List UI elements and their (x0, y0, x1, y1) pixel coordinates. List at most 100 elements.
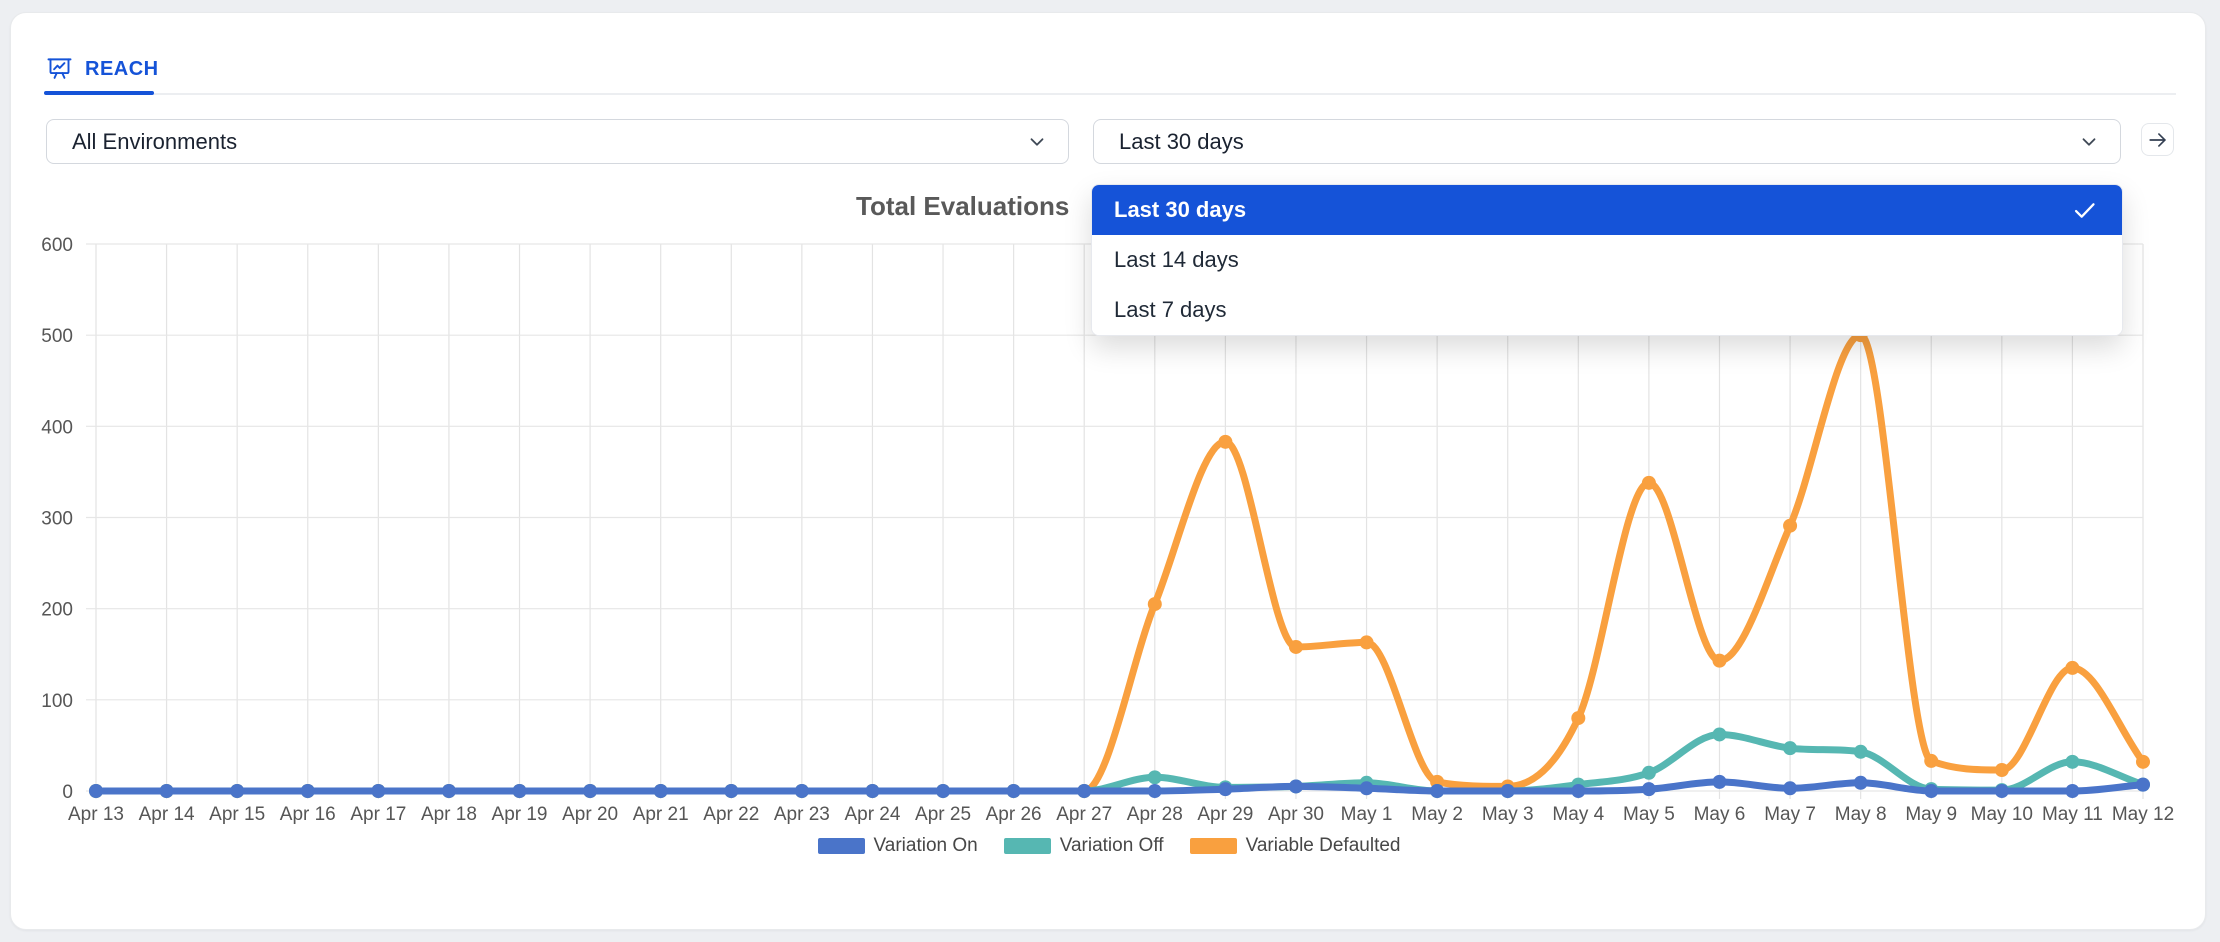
environment-select-value: All Environments (72, 129, 237, 155)
x-axis-label: Apr 29 (1197, 804, 1253, 825)
data-point (1924, 782, 1938, 796)
data-point (1642, 476, 1656, 490)
data-point (89, 784, 103, 798)
data-point (513, 784, 527, 798)
data-point (160, 784, 174, 798)
data-point (1571, 784, 1585, 798)
date-range-dropdown-menu: Last 30 daysLast 14 days Last 7 days (1091, 184, 2123, 336)
data-point (795, 784, 809, 798)
data-point (1995, 763, 2009, 777)
data-point (2065, 661, 2079, 675)
data-point (1854, 776, 1868, 790)
tab-reach[interactable]: REACH (46, 45, 159, 93)
menu-option-last-14-days[interactable]: Last 14 days (1092, 235, 2122, 285)
y-axis-label: 200 (41, 600, 73, 621)
data-point (1854, 745, 1868, 759)
data-point (865, 784, 879, 798)
data-point (2065, 784, 2079, 798)
data-point (160, 784, 174, 798)
data-point (865, 784, 879, 798)
data-point (1007, 784, 1021, 798)
tab-bar: REACH (46, 45, 2176, 95)
data-point (1077, 784, 1091, 798)
x-axis-label: Apr 20 (562, 804, 618, 825)
data-point (442, 784, 456, 798)
data-point (371, 784, 385, 798)
series-variation-on (89, 775, 2150, 798)
data-point (2065, 755, 2079, 769)
reach-panel: REACH All Environments Last 30 days Tota… (10, 12, 2206, 930)
menu-option-last-30-days[interactable]: Last 30 days (1092, 185, 2122, 235)
x-axis-labels: Apr 13Apr 14Apr 15Apr 16Apr 17Apr 18Apr … (68, 804, 2174, 825)
data-point (1430, 784, 1444, 798)
data-point (1501, 784, 1515, 798)
menu-option-label: Last 7 days (1114, 297, 1227, 323)
legend-item-variation-off[interactable]: Variation Off (1004, 835, 1164, 857)
environment-select[interactable]: All Environments (46, 119, 1069, 164)
data-point (1430, 775, 1444, 789)
x-axis-label: Apr 16 (280, 804, 336, 825)
data-point (1924, 784, 1938, 798)
data-point (1712, 775, 1726, 789)
data-point (2136, 778, 2150, 792)
x-axis-label: Apr 28 (1127, 804, 1183, 825)
data-point (89, 784, 103, 798)
data-point (1712, 727, 1726, 741)
legend-label: Variable Defaulted (1246, 835, 1401, 857)
x-axis-label: May 10 (1971, 804, 2033, 825)
data-point (301, 784, 315, 798)
data-point (936, 784, 950, 798)
x-axis-label: Apr 19 (492, 804, 548, 825)
tab-reach-label: REACH (85, 58, 159, 81)
legend-swatch (1004, 838, 1051, 854)
data-point (1218, 435, 1232, 449)
data-point (865, 784, 879, 798)
chevron-down-icon (1026, 131, 1048, 153)
x-axis-label: Apr 21 (633, 804, 689, 825)
data-point (1360, 781, 1374, 795)
data-point (936, 784, 950, 798)
x-axis-label: Apr 25 (915, 804, 971, 825)
y-axis-label: 300 (41, 509, 73, 530)
data-point (442, 784, 456, 798)
y-axis-label: 500 (41, 326, 73, 347)
x-axis-label: May 4 (1552, 804, 1604, 825)
x-axis-label: Apr 22 (703, 804, 759, 825)
data-point (513, 784, 527, 798)
date-range-select[interactable]: Last 30 days (1093, 119, 2121, 164)
data-point (89, 784, 103, 798)
data-point (513, 784, 527, 798)
data-point (1430, 784, 1444, 798)
data-point (1783, 741, 1797, 755)
legend-item-variable-defaulted[interactable]: Variable Defaulted (1190, 835, 1401, 857)
data-point (795, 784, 809, 798)
legend-label: Variation On (874, 835, 978, 857)
data-point (1007, 784, 1021, 798)
data-point (1501, 779, 1515, 793)
data-point (724, 784, 738, 798)
apply-filters-button[interactable] (2141, 123, 2174, 156)
data-point (1148, 770, 1162, 784)
data-point (1783, 781, 1797, 795)
data-point (1289, 640, 1303, 654)
data-point (1148, 597, 1162, 611)
data-point (1289, 779, 1303, 793)
data-point (1218, 782, 1232, 796)
legend-item-variation-on[interactable]: Variation On (818, 835, 978, 857)
series-variable-defaulted (89, 328, 2150, 798)
data-point (1501, 784, 1515, 798)
data-point (654, 784, 668, 798)
data-point (1289, 779, 1303, 793)
x-axis-label: May 12 (2112, 804, 2174, 825)
x-axis-label: Apr 15 (209, 804, 265, 825)
data-point (230, 784, 244, 798)
chevron-down-icon (2078, 131, 2100, 153)
data-point (2136, 778, 2150, 792)
data-point (795, 784, 809, 798)
menu-option-last-7-days[interactable]: Last 7 days (1092, 285, 2122, 335)
x-axis-label: Apr 14 (139, 804, 195, 825)
data-point (301, 784, 315, 798)
y-axis-label: 400 (41, 417, 73, 438)
x-axis-label: May 1 (1341, 804, 1393, 825)
x-axis-label: May 8 (1835, 804, 1887, 825)
